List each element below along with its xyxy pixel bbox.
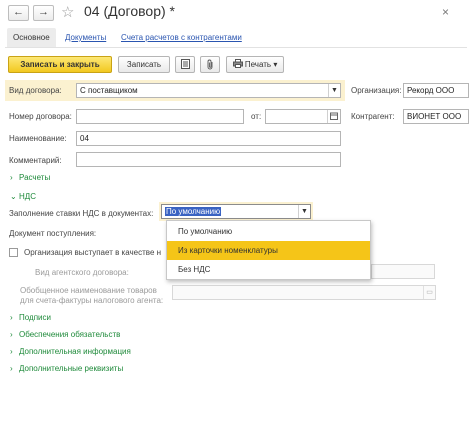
vat-rate-fill-value: По умолчанию xyxy=(165,207,222,216)
generic-name-input[interactable]: ▭ xyxy=(172,285,436,300)
tab-counterparty-accounts[interactable]: Счета расчетов с контрагентами xyxy=(115,28,248,48)
comment-input[interactable] xyxy=(76,152,341,167)
organization-field[interactable]: Рекорд ООО xyxy=(403,83,469,98)
contract-type-value: С поставщиком xyxy=(80,86,138,95)
back-button[interactable]: ← xyxy=(8,5,29,21)
star-icon[interactable]: ☆ xyxy=(61,3,74,21)
tabs-divider xyxy=(5,47,467,48)
section-payments[interactable]: › Расчеты xyxy=(10,173,50,182)
name-input[interactable]: 04 xyxy=(76,131,341,146)
chevron-down-icon[interactable]: ▼ xyxy=(328,84,340,97)
expand-icon[interactable]: ▭ xyxy=(423,286,435,299)
save-button[interactable]: Записать xyxy=(118,56,170,73)
section-payments-label: Расчеты xyxy=(19,173,51,182)
chevron-down-icon[interactable]: ▼ xyxy=(298,205,310,218)
agent-checkbox[interactable] xyxy=(9,248,18,257)
section-vat-label: НДС xyxy=(19,192,36,201)
receipt-document-label: Документ поступления: xyxy=(9,229,97,238)
agent-contract-type-label: Вид агентского договора: xyxy=(35,268,129,277)
dropdown-option-default[interactable]: По умолчанию xyxy=(167,222,370,241)
print-button[interactable]: Печать ▾ xyxy=(226,56,284,73)
vat-rate-fill-label: Заполнение ставки НДС в документах: xyxy=(9,209,154,218)
section-obligations-label: Обеспечения обязательств xyxy=(19,330,121,339)
chevron-down-icon: ⌄ xyxy=(10,192,17,201)
back-arrow-icon: ← xyxy=(13,6,24,18)
agent-contract-type-select[interactable] xyxy=(371,264,435,279)
vat-rate-fill-dropdown: По умолчанию Из карточки номенклатуры Бе… xyxy=(166,220,371,280)
date-label: от: xyxy=(251,112,262,121)
chevron-right-icon: › xyxy=(10,173,13,182)
save-and-close-button[interactable]: Записать и закрыть xyxy=(8,56,112,73)
name-label: Наименование: xyxy=(9,134,67,143)
vat-rate-fill-select[interactable]: По умолчанию ▼ xyxy=(161,204,311,219)
counterparty-value: ВИОНЕТ ООО xyxy=(407,112,462,121)
generic-name-label-2: для счета-фактуры налогового агента: xyxy=(20,296,164,305)
section-additional-props-label: Дополнительные реквизиты xyxy=(19,364,124,373)
comment-label: Комментарий: xyxy=(9,156,62,165)
contract-type-select[interactable]: С поставщиком ▼ xyxy=(76,83,341,98)
organization-value: Рекорд ООО xyxy=(407,86,455,95)
dropdown-option-from-item-card[interactable]: Из карточки номенклатуры xyxy=(167,241,370,260)
counterparty-field[interactable]: ВИОНЕТ ООО xyxy=(403,109,469,124)
agent-checkbox-label: Организация выступает в качестве н xyxy=(24,248,162,257)
contract-date-input[interactable] xyxy=(265,109,341,124)
tab-documents[interactable]: Документы xyxy=(59,28,112,48)
forward-button[interactable]: → xyxy=(33,5,54,21)
tab-main[interactable]: Основное xyxy=(7,28,56,48)
chevron-right-icon: › xyxy=(10,364,13,373)
section-additional-info-label: Дополнительная информация xyxy=(19,347,131,356)
paperclip-icon xyxy=(207,59,212,70)
dropdown-option-no-vat[interactable]: Без НДС xyxy=(167,260,370,279)
forward-arrow-icon: → xyxy=(38,6,49,18)
section-signatures-label: Подписи xyxy=(19,313,51,322)
printer-icon xyxy=(232,59,243,68)
contract-number-label: Номер договора: xyxy=(9,112,72,121)
section-obligations[interactable]: › Обеспечения обязательств xyxy=(10,330,120,339)
generic-name-label-1: Обобщенное наименование товаров xyxy=(20,286,157,295)
contract-number-input[interactable] xyxy=(76,109,244,124)
document-list-icon xyxy=(180,59,190,69)
section-vat[interactable]: ⌄ НДС xyxy=(10,192,36,201)
page-title: 04 (Договор) * xyxy=(84,3,175,19)
section-additional-props[interactable]: › Дополнительные реквизиты xyxy=(10,364,123,373)
chevron-down-icon: ▾ xyxy=(273,60,278,69)
contract-type-label: Вид договора: xyxy=(9,86,62,95)
close-icon[interactable]: × xyxy=(442,5,449,19)
chevron-right-icon: › xyxy=(10,347,13,356)
report-button[interactable] xyxy=(175,56,195,73)
counterparty-label: Контрагент: xyxy=(351,112,395,121)
chevron-right-icon: › xyxy=(10,313,13,322)
print-label: Печать xyxy=(244,60,272,69)
attach-button[interactable] xyxy=(200,56,220,73)
calendar-icon[interactable] xyxy=(327,110,340,123)
section-additional-info[interactable]: › Дополнительная информация xyxy=(10,347,131,356)
organization-label: Организация: xyxy=(351,86,402,95)
section-signatures[interactable]: › Подписи xyxy=(10,313,51,322)
chevron-right-icon: › xyxy=(10,330,13,339)
